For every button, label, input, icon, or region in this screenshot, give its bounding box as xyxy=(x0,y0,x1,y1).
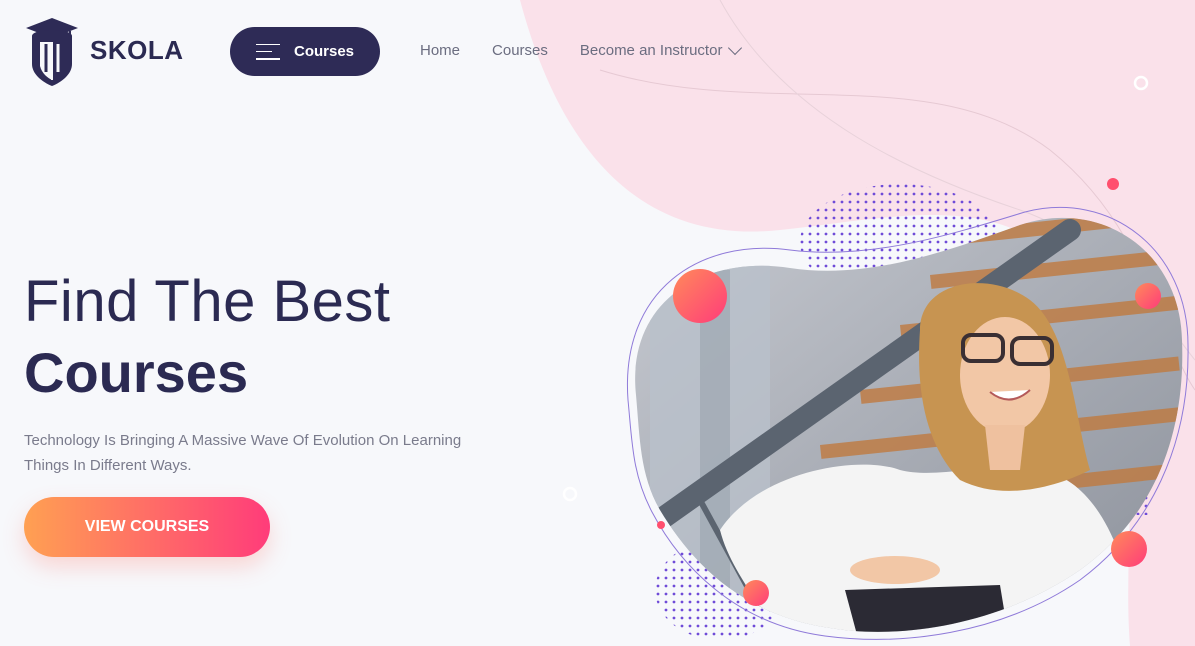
courses-menu-label: Courses xyxy=(293,43,355,60)
graduation-pencil-icon xyxy=(26,18,78,86)
decor-ball xyxy=(1135,283,1161,309)
decor-ball xyxy=(657,521,665,529)
brand-name: SKOLA xyxy=(90,34,184,65)
main-nav: Home Courses Become an Instructor xyxy=(420,40,743,59)
hero-title-light: Find The Best xyxy=(24,269,391,334)
view-courses-button[interactable]: VIEW COURSES xyxy=(24,497,270,557)
brand-logo[interactable]: SKOLA xyxy=(24,14,184,86)
nav-become-instructor[interactable]: Become an Instructor xyxy=(579,40,743,59)
decor-ball xyxy=(1107,178,1119,190)
decor-ball xyxy=(1111,531,1147,567)
nav-courses[interactable]: Courses xyxy=(492,42,548,59)
menu-icon xyxy=(255,43,280,60)
courses-menu-button[interactable]: Courses xyxy=(230,27,380,76)
decor-ball xyxy=(673,269,727,323)
hero-title-bold: Courses xyxy=(24,341,249,404)
chevron-down-icon xyxy=(728,40,743,56)
decor-ball xyxy=(743,580,769,606)
hero-description: Technology Is Bringing A Massive Wave Of… xyxy=(24,432,462,474)
nav-become-instructor-label: Become an Instructor xyxy=(579,42,723,59)
decor-ring xyxy=(562,486,578,502)
nav-home[interactable]: Home xyxy=(420,42,460,59)
